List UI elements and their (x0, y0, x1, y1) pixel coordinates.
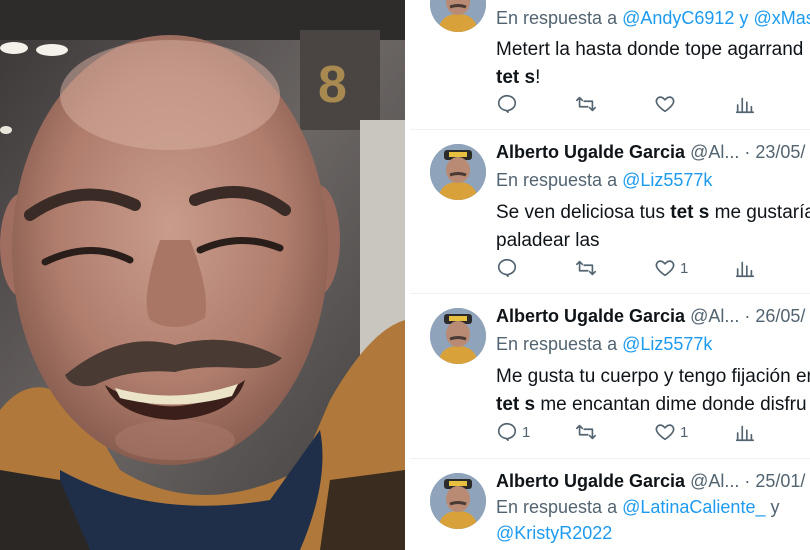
tweet-text-line: Metert la hasta donde tope agarrand (496, 39, 804, 60)
views-button[interactable] (734, 92, 756, 116)
retweet-icon (576, 260, 596, 276)
reply-icon (497, 94, 517, 114)
tweet-text-line: Me gusta tu cuerpo y tengo fijación en (496, 366, 810, 387)
reply-prefix: En respuesta a (496, 8, 618, 28)
reply-button[interactable] (496, 92, 518, 116)
photo-panel: 8 (0, 0, 405, 550)
reply-mention-link[interactable]: @KristyR2022 (496, 523, 612, 543)
like-count: 1 (680, 259, 689, 277)
avatar[interactable] (430, 473, 486, 529)
tweet-text-bold: tet s (496, 394, 536, 415)
tweet-text-bold: tet s (496, 67, 536, 88)
views-button[interactable] (734, 420, 756, 444)
tweet-text: Metert la hasta donde tope agarrand tet … (496, 36, 803, 92)
views-icon (735, 261, 755, 278)
reply-prefix: En respuesta a (496, 170, 618, 190)
tweet-text-bold: tet s (670, 202, 710, 223)
reply-icon (497, 422, 517, 442)
reply-prefix: En respuesta a (496, 334, 618, 354)
tweet-text-line: Se ven deliciosa tus tet s me gustaría (496, 199, 810, 227)
avatar-image (430, 308, 486, 364)
tweet-feed: En respuesta a @AndyC6912 y @xMas Metert… (410, 0, 810, 550)
reply-button[interactable]: 1 (496, 420, 530, 444)
tweet-text-pre: Se ven deliciosa tus (496, 202, 671, 223)
tweet-text-line: tet s me encantan dime donde disfru (496, 391, 810, 419)
avatar[interactable] (430, 144, 486, 200)
author-meta[interactable]: @Al... · 25/01/ (690, 471, 805, 491)
views-icon (735, 97, 755, 114)
retweet-icon (576, 424, 596, 440)
retweet-button[interactable] (574, 420, 598, 444)
heart-icon (655, 260, 675, 277)
reply-icon (497, 258, 517, 278)
tweet-header: Alberto Ugalde Garcia @Al... · 25/01/ (496, 471, 805, 492)
like-button[interactable] (654, 92, 676, 116)
like-button[interactable]: 1 (654, 420, 688, 444)
tweet-item[interactable]: Alberto Ugalde Garcia @Al... · 26/05/ En… (410, 294, 810, 459)
tweet-item[interactable]: En respuesta a @AndyC6912 y @xMas Metert… (410, 0, 810, 130)
author-name[interactable]: Alberto Ugalde Garcia (496, 142, 685, 162)
heart-icon (655, 424, 675, 441)
reply-mention-link[interactable]: @Liz5577k (622, 334, 712, 354)
like-button[interactable]: 1 (654, 256, 688, 280)
author-meta[interactable]: @Al... · 23/05/ (690, 142, 805, 162)
reply-context-line2: @KristyR2022 (496, 523, 612, 544)
reply-prefix: En respuesta a (496, 497, 618, 517)
retweet-icon (576, 96, 596, 112)
views-button[interactable] (734, 256, 756, 280)
tweet-text-line: tet s! (496, 64, 803, 92)
tweet-text: Se ven deliciosa tus tet s me gustaría p… (496, 199, 810, 255)
tweet-text: Me gusta tu cuerpo y tengo fijación en t… (496, 363, 810, 419)
avatar-image (430, 0, 486, 32)
avatar-image (430, 473, 486, 529)
reply-context: En respuesta a @Liz5577k (496, 170, 712, 191)
background-sign-text: 8 (318, 56, 347, 114)
reply-context: En respuesta a @LatinaCaliente_ y (496, 497, 779, 518)
avatar[interactable] (430, 308, 486, 364)
retweet-button[interactable] (574, 92, 598, 116)
tweet-item[interactable]: Alberto Ugalde Garcia @Al... · 23/05/ En… (410, 130, 810, 294)
tweet-text-rest: me encantan dime donde disfru (535, 394, 807, 415)
author-name[interactable]: Alberto Ugalde Garcia (496, 471, 685, 491)
reply-mention-link[interactable]: @LatinaCaliente_ (622, 497, 765, 517)
tweet-text-rest: ! (535, 67, 541, 88)
reply-count: 1 (522, 423, 531, 441)
reply-button[interactable] (496, 256, 518, 280)
tweet-header: Alberto Ugalde Garcia @Al... · 23/05/ (496, 142, 805, 163)
views-icon (735, 425, 755, 442)
tweet-header: Alberto Ugalde Garcia @Al... · 26/05/ (496, 306, 805, 327)
reply-context: En respuesta a @Liz5577k (496, 334, 712, 355)
reply-join: y (765, 497, 780, 517)
retweet-button[interactable] (574, 256, 598, 280)
reply-context: En respuesta a @AndyC6912 y @xMas (496, 8, 810, 29)
avatar-image (430, 144, 486, 200)
man-smiling-photo: 8 (0, 0, 405, 550)
tweet-item[interactable]: Alberto Ugalde Garcia @Al... · 25/01/ En… (410, 459, 810, 550)
like-count: 1 (680, 423, 689, 441)
tweet-text-post: me gustaría (709, 202, 810, 223)
tweet-text-line: paladear las (496, 230, 600, 251)
heart-icon (655, 96, 675, 113)
author-name[interactable]: Alberto Ugalde Garcia (496, 306, 685, 326)
reply-mention-link[interactable]: @Liz5577k (622, 170, 712, 190)
avatar[interactable] (430, 0, 486, 32)
author-meta[interactable]: @Al... · 26/05/ (690, 306, 805, 326)
reply-mention-link[interactable]: @AndyC6912 y @xMas (622, 8, 810, 28)
